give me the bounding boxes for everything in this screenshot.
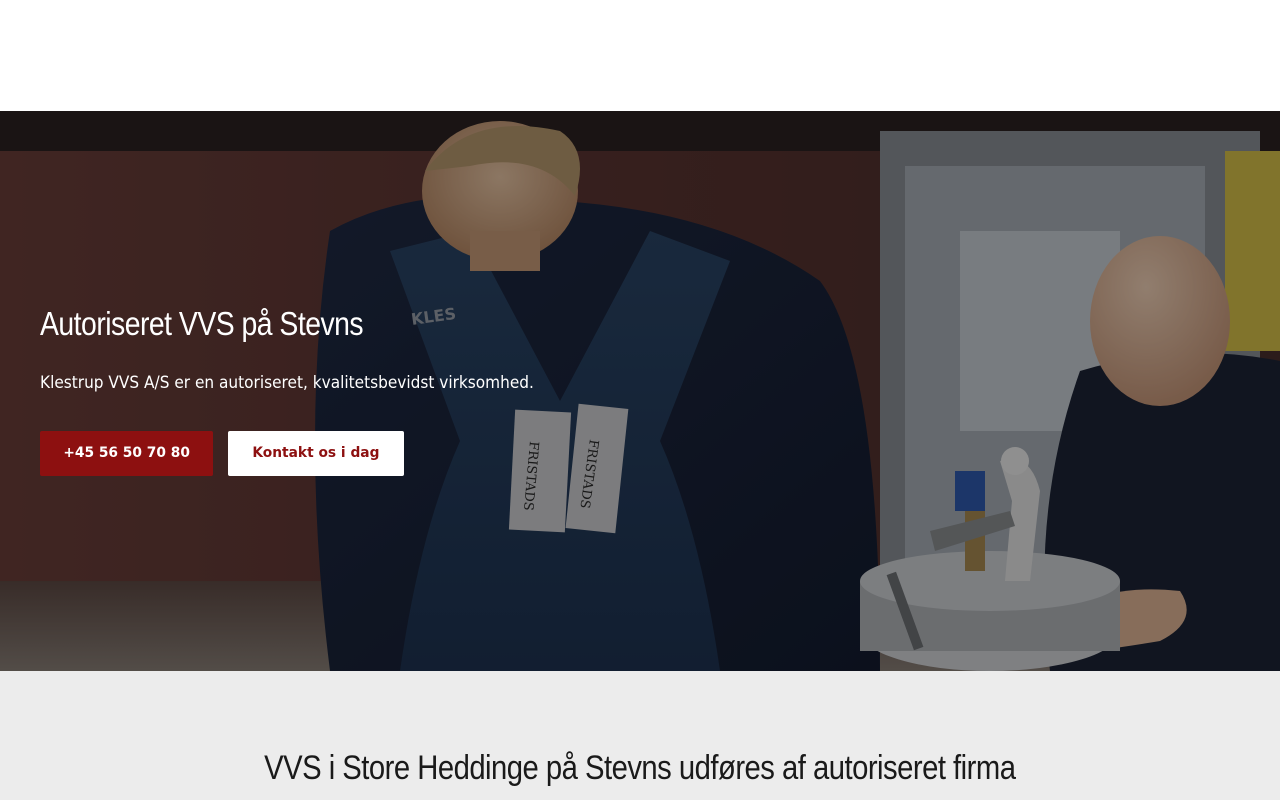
hero-subtitle: Klestrup VVS A/S er en autoriseret, kval… xyxy=(40,373,534,392)
intro-heading: VVS i Store Heddinge på Stevns udføres a… xyxy=(0,747,1280,789)
hero-title: Autoriseret VVS på Stevns xyxy=(40,305,364,342)
hero-section: FRISTADS FRISTADS KLES Autoriseret VVS p… xyxy=(0,111,1280,671)
site-header xyxy=(0,0,1280,111)
phone-button-label: +45 56 50 70 80 xyxy=(63,445,190,461)
intro-section: VVS i Store Heddinge på Stevns udføres a… xyxy=(0,671,1280,800)
phone-button[interactable]: +45 56 50 70 80 xyxy=(40,431,213,476)
contact-button[interactable]: Kontakt os i dag xyxy=(228,431,404,476)
contact-button-label: Kontakt os i dag xyxy=(252,445,380,461)
intro-heading-text: VVS i Store Heddinge på Stevns udføres a… xyxy=(264,749,1016,787)
